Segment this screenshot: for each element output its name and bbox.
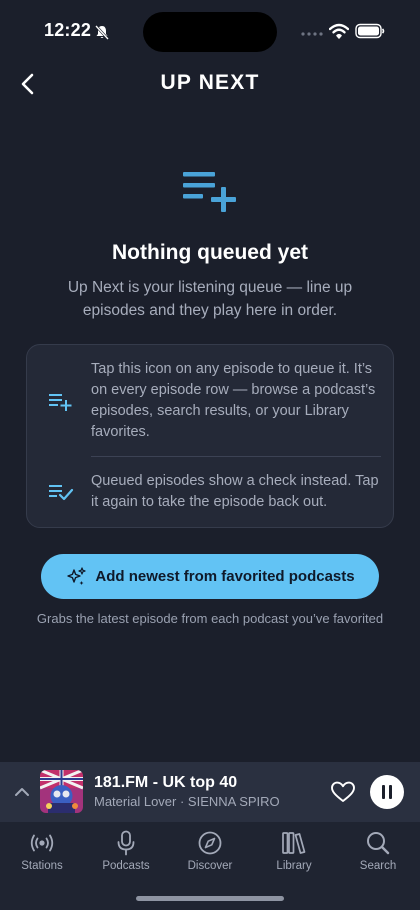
queue-add-icon <box>183 172 236 212</box>
dynamic-island <box>143 12 277 52</box>
battery-icon <box>355 23 385 39</box>
station-artwork <box>40 770 83 813</box>
queue-instruction-text: Tap this icon on any episode to queue it… <box>91 361 376 440</box>
tab-label: Discover <box>187 860 233 872</box>
cellular-signal-icon <box>301 32 323 36</box>
pause-icon <box>382 785 392 799</box>
heart-icon[interactable] <box>330 780 356 804</box>
library-icon <box>282 832 306 854</box>
wifi-icon <box>329 23 349 39</box>
radio-signal-icon <box>30 834 54 852</box>
sparkles-icon <box>67 566 86 585</box>
tab-search[interactable]: Search <box>336 830 420 880</box>
chevron-up-icon[interactable] <box>12 782 32 802</box>
cta-label: Add newest from favorited podcasts <box>95 568 355 585</box>
bell-muted-icon <box>95 25 109 40</box>
search-icon <box>367 832 390 855</box>
home-indicator <box>136 896 284 901</box>
compass-icon <box>198 831 222 855</box>
now-playing-station: 181.FM - UK top 40 <box>94 774 238 791</box>
status-bar: 12:22 <box>0 0 420 60</box>
info-card: Tap this icon on any episode to queue it… <box>26 344 394 528</box>
tab-discover[interactable]: Discover <box>168 830 252 880</box>
queue-add-icon <box>49 394 72 411</box>
now-playing-track: Material Lover · SIENNA SPIRO <box>94 794 280 809</box>
cta-caption: Grabs the latest episode from each podca… <box>36 611 384 626</box>
page-title: UP NEXT <box>160 71 260 94</box>
tab-label: Podcasts <box>102 860 150 872</box>
empty-state-title: Nothing queued yet <box>112 241 308 264</box>
microphone-icon <box>117 830 135 856</box>
tab-podcasts[interactable]: Podcasts <box>84 830 168 880</box>
empty-state-description: Up Next is your listening queue — line u… <box>67 279 353 319</box>
card-divider <box>91 456 381 457</box>
mini-player[interactable]: 181.FM - UK top 40 Material Lover · SIEN… <box>0 762 420 822</box>
tab-stations[interactable]: Stations <box>0 830 84 880</box>
tab-label: Stations <box>21 860 63 872</box>
queue-check-icon <box>49 485 74 501</box>
tab-label: Search <box>359 860 397 872</box>
pause-button[interactable] <box>370 775 404 809</box>
status-time: 12:22 <box>44 20 92 40</box>
add-newest-favorites-button[interactable]: Add newest from favorited podcasts <box>41 554 379 599</box>
queued-check-text: Queued episodes show a check instead. Ta… <box>91 473 379 510</box>
tab-library[interactable]: Library <box>252 830 336 880</box>
tab-label: Library <box>276 860 312 872</box>
